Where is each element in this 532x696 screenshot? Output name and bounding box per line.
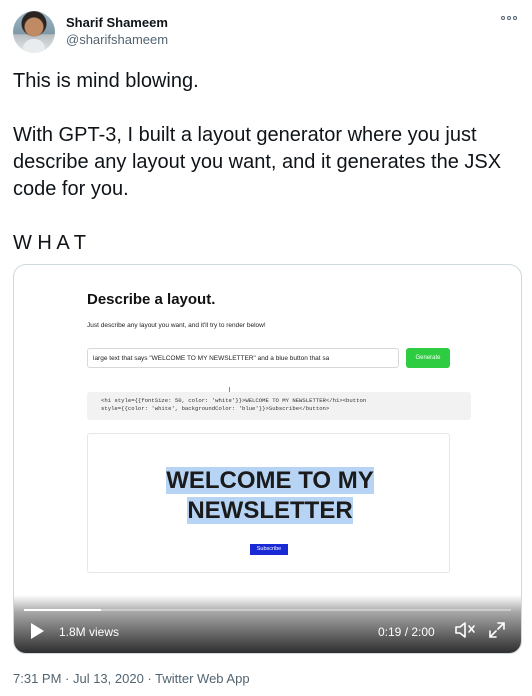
volume-icon[interactable] [454,621,476,639]
tweet-timestamp[interactable]: 7:31 PM · Jul 13, 2020 [13,671,144,686]
video-player[interactable]: Describe a layout. Just describe any lay… [13,264,522,654]
frame-generate-button: Generate [406,348,450,368]
frame-preview: WELCOME TO MY NEWSLETTER Subscribe [87,433,450,573]
video-controls: 1.8M views 0:19 / 2:00 [14,595,521,653]
frame-title: Describe a layout. [87,291,216,308]
footer-separator: · [143,671,156,686]
frame-preview-heading-line: NEWSLETTER [187,497,353,524]
frame-preview-heading: WELCOME TO MY NEWSLETTER [162,466,378,526]
frame-preview-heading-line: WELCOME TO MY [166,467,374,494]
tweet-footer: 7:31 PM · Jul 13, 2020 · Twitter Web App [13,671,250,686]
fullscreen-icon[interactable] [488,621,506,639]
tweet-header: Sharif Shameem @sharifshameem [13,11,519,53]
progress-bar[interactable] [24,609,511,611]
more-options-icon[interactable] [501,13,519,23]
author-handle[interactable]: @sharifshameem [66,32,168,47]
avatar[interactable] [13,11,55,53]
play-icon[interactable] [31,623,44,639]
frame-subscribe-button: Subscribe [250,544,288,555]
frame-layout-input: large text that says "WELCOME TO MY NEWS… [87,348,399,368]
frame-code-line: <h1 style={{fontSize: 50, color: 'white'… [101,397,367,404]
tweet-text: This is mind blowing. With GPT-3, I buil… [13,70,502,254]
frame-code-block: <h1 style={{fontSize: 50, color: 'white'… [87,392,471,420]
frame-code-line: style={{color: 'white', backgroundColor:… [101,405,330,412]
video-time: 0:19 / 2:00 [378,625,435,639]
author-name[interactable]: Sharif Shameem [66,15,168,30]
view-count: 1.8M views [59,625,120,639]
tweet-source[interactable]: Twitter Web App [155,671,249,686]
progress-fill [24,609,101,611]
frame-subtitle: Just describe any layout you want, and i… [87,322,266,329]
